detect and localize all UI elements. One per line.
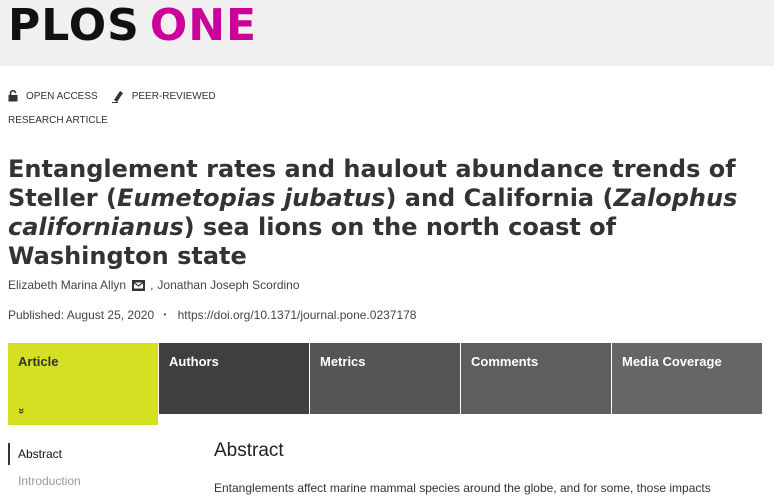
nav-item-abstract[interactable]: Abstract <box>8 443 81 465</box>
article-type: RESEARCH ARTICLE <box>8 115 108 126</box>
tab-authors-label: Authors <box>169 354 219 369</box>
doi-link[interactable]: https://doi.org/10.1371/journal.pone.023… <box>178 308 417 322</box>
peer-reviewed-badge[interactable]: PEER-REVIEWED <box>111 90 216 103</box>
tab-metrics-label: Metrics <box>320 354 366 369</box>
envelope-icon[interactable] <box>132 279 146 291</box>
open-access-label: OPEN ACCESS <box>26 90 98 102</box>
logo-one-text: ONE <box>149 0 258 51</box>
article-tabs: Article » Authors Metrics Comments Media… <box>8 343 763 425</box>
tab-article[interactable]: Article » <box>8 343 158 425</box>
chevron-down-icon: » <box>15 407 28 415</box>
article-badges: OPEN ACCESS PEER-REVIEWED <box>8 87 230 105</box>
author-allyn[interactable]: Elizabeth Marina Allyn <box>8 278 126 292</box>
tab-article-label: Article <box>18 354 59 369</box>
author-separator: , <box>150 278 154 292</box>
section-nav: Abstract Introduction <box>8 443 81 497</box>
author-scordino[interactable]: Jonathan Joseph Scordino <box>157 278 299 292</box>
abstract-text: Entanglements affect marine mammal speci… <box>214 481 711 495</box>
lock-open-icon <box>8 90 18 102</box>
pen-icon <box>111 90 123 103</box>
nav-item-introduction[interactable]: Introduction <box>8 470 81 492</box>
tab-comments-label: Comments <box>471 354 539 369</box>
published-date: Published: August 25, 2020 <box>8 308 155 322</box>
tab-authors[interactable]: Authors <box>159 343 309 414</box>
publication-info: Published: August 25, 2020 • https://doi… <box>8 308 416 322</box>
tab-metrics[interactable]: Metrics <box>310 343 460 414</box>
plos-one-logo[interactable]: PLOS ONE <box>8 1 257 51</box>
article-title: Entanglement rates and haulout abundance… <box>8 155 738 270</box>
author-list: Elizabeth Marina Allyn , Jonathan Joseph… <box>8 278 300 292</box>
open-access-badge[interactable]: OPEN ACCESS <box>8 90 98 102</box>
peer-reviewed-label: PEER-REVIEWED <box>131 90 216 102</box>
abstract-heading: Abstract <box>214 440 284 461</box>
species-name-steller: Eumetopias jubatus <box>116 184 386 212</box>
tab-media-coverage[interactable]: Media Coverage <box>612 343 762 414</box>
tab-comments[interactable]: Comments <box>461 343 611 414</box>
logo-plos-text: PLOS <box>8 0 140 51</box>
site-header: PLOS ONE <box>0 0 774 66</box>
tab-media-coverage-label: Media Coverage <box>622 354 722 369</box>
bullet-separator: • <box>163 310 167 319</box>
